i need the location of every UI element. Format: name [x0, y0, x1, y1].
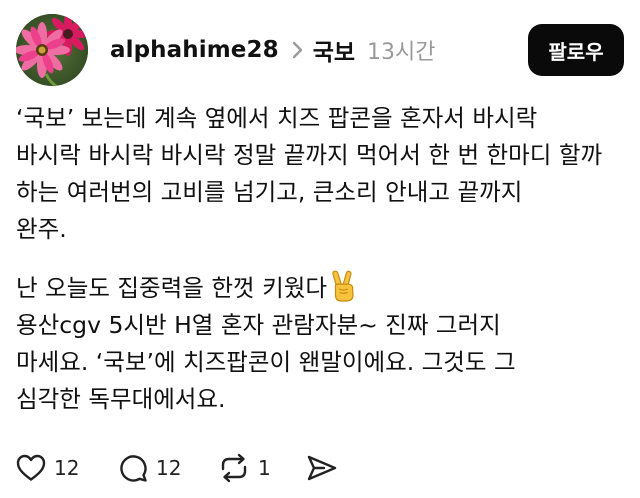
text-line: 심각한 독무대에서요.	[16, 385, 226, 413]
send-icon	[306, 453, 338, 483]
username[interactable]: alphahime28	[110, 37, 279, 63]
text-line: ‘국보’ 보는데 계속 옆에서 치즈 팝콘을 혼자서 바시락	[16, 104, 538, 132]
avatar[interactable]	[16, 14, 88, 86]
victory-hand-emoji-icon	[329, 270, 359, 302]
heart-icon	[16, 454, 46, 482]
thread-post: alphahime28 국보 13시간 팔로우 ‘국보’ 보는데 계속 옆에서 …	[0, 0, 640, 498]
repost-count: 1	[258, 456, 271, 480]
comment-bubble-icon	[118, 453, 148, 483]
post-meta: alphahime28 국보 13시간	[110, 32, 436, 68]
pink-gerbera-flower-avatar	[16, 14, 88, 86]
paragraph-1: ‘국보’ 보는데 계속 옆에서 치즈 팝콘을 혼자서 바시락 바시락 바시락 바…	[16, 100, 620, 248]
like-button[interactable]: 12	[16, 454, 118, 482]
text-line: 난 오늘도 집중력을 한껏 키웠다	[16, 274, 327, 302]
repost-icon	[218, 453, 250, 483]
repost-button[interactable]: 1	[218, 453, 306, 483]
text-line: 바시락 바시락 바시락 정말 끝까지 먹어서 한 번 한마디 할까	[16, 141, 603, 169]
action-bar: 12 12 1	[16, 446, 346, 490]
timestamp: 13시간	[367, 40, 436, 65]
topic-tag[interactable]: 국보	[313, 33, 355, 67]
text-line: 완주.	[16, 215, 67, 243]
reply-count: 12	[156, 456, 182, 480]
paragraph-2: 난 오늘도 집중력을 한껏 키웠다 용산cgv 5시반 H열 혼자 관람자분~ …	[16, 270, 620, 418]
share-button[interactable]	[306, 453, 346, 483]
post-header: alphahime28 국보 13시간 팔로우	[16, 12, 624, 88]
text-line: 하는 여러번의 고비를 넘기고, 큰소리 안내고 끝까지	[16, 178, 523, 206]
follow-button[interactable]: 팔로우	[528, 24, 624, 76]
text-line: 마세요. ‘국보’에 치즈팝콘이 왠말이에요. 그것도 그	[16, 348, 516, 376]
like-count: 12	[54, 456, 80, 480]
chevron-right-icon	[291, 40, 305, 60]
post-body: ‘국보’ 보는데 계속 옆에서 치즈 팝콘을 혼자서 바시락 바시락 바시락 바…	[16, 100, 620, 418]
reply-button[interactable]: 12	[118, 453, 218, 483]
text-line: 용산cgv 5시반 H열 혼자 관람자분~ 진짜 그러지	[16, 311, 501, 339]
